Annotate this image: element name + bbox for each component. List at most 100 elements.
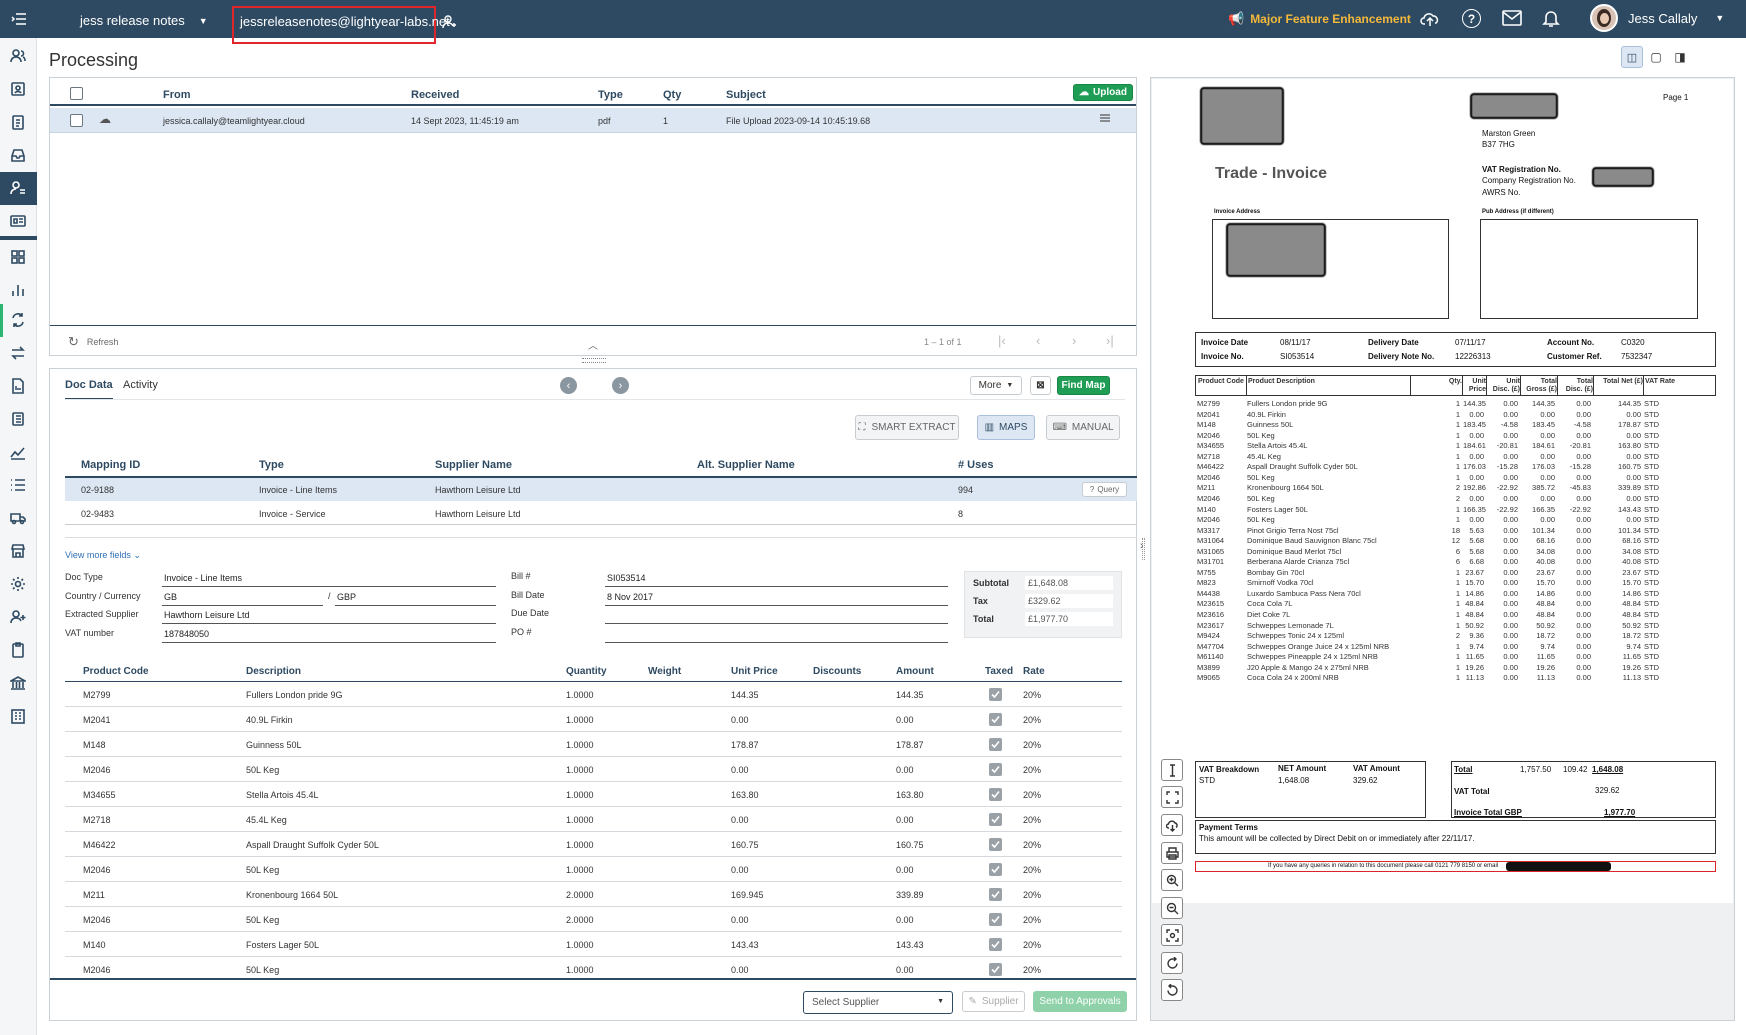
col-weight[interactable]: Weight (648, 666, 681, 677)
mail-icon[interactable] (1502, 10, 1522, 26)
inbox-icon[interactable] (8, 145, 28, 165)
taxed-checkbox[interactable] (989, 763, 1002, 776)
bank-icon[interactable] (8, 673, 28, 693)
line-amount[interactable]: 0.00 (896, 815, 914, 825)
line-description[interactable]: 50L Keg (246, 965, 279, 975)
line-quantity[interactable]: 2.0000 (566, 915, 594, 925)
taxed-checkbox[interactable] (989, 938, 1002, 951)
row-checkbox[interactable] (70, 114, 83, 127)
bill-number-field[interactable]: SI053514 (605, 573, 948, 587)
line-amount[interactable]: 143.43 (896, 940, 924, 950)
line-product-code[interactable]: M34655 (83, 790, 116, 800)
line-unit-price[interactable]: 0.00 (731, 965, 749, 975)
line-item-row[interactable]: M34655 Stella Artois 45.4L 1.0000 163.80 163… (65, 782, 1122, 807)
print-icon[interactable] (1161, 842, 1183, 864)
line-rate[interactable]: 20% (1023, 790, 1041, 800)
line-unit-price[interactable]: 169.945 (731, 890, 764, 900)
line-unit-price[interactable]: 0.00 (731, 765, 749, 775)
col-uses[interactable]: # Uses (958, 459, 993, 471)
line-description[interactable]: Aspall Draught Suffolk Cyder 50L (246, 840, 379, 850)
taxed-checkbox[interactable] (989, 688, 1002, 701)
supplier-button[interactable]: ✎ Supplier (962, 991, 1025, 1012)
line-unit-price[interactable]: 163.80 (731, 790, 759, 800)
line-rate[interactable]: 20% (1023, 890, 1041, 900)
manual-button[interactable]: ⌨ MANUAL (1046, 415, 1120, 440)
line-unit-price[interactable]: 143.43 (731, 940, 759, 950)
maps-button[interactable]: ▥ MAPS (977, 415, 1035, 440)
line-amount[interactable]: 0.00 (896, 965, 914, 975)
line-product-code[interactable]: M2046 (83, 915, 111, 925)
zoom-in-icon[interactable] (1161, 869, 1183, 891)
zoom-fit-icon[interactable] (1161, 924, 1183, 946)
col-qty[interactable]: Qty (663, 89, 681, 101)
details-lines-icon[interactable] (1099, 114, 1111, 124)
line-rate[interactable]: 20% (1023, 690, 1041, 700)
rotate-counterclockwise-icon[interactable] (1161, 979, 1183, 1001)
clipboard-icon[interactable] (8, 112, 28, 132)
line-rate[interactable]: 20% (1023, 865, 1041, 875)
trend-chart-icon[interactable] (8, 442, 28, 462)
inbox-row[interactable]: ☁ jessica.callaly@teamlightyear.cloud 14… (50, 108, 1136, 133)
feature-announcement[interactable]: 📢 Major Feature Enhancement (1228, 11, 1411, 27)
column-view-icon[interactable]: ◨ (1669, 46, 1691, 68)
find-map-button[interactable]: Find Map (1057, 376, 1110, 395)
taxed-checkbox[interactable] (989, 713, 1002, 726)
select-all-checkbox[interactable] (70, 87, 83, 100)
col-received[interactable]: Received (411, 89, 459, 101)
cloud-upload-icon[interactable] (1420, 10, 1440, 28)
line-item-row[interactable]: M2046 50L Keg 1.0000 0.00 0.00 20% (65, 957, 1122, 977)
line-rate[interactable]: 20% (1023, 715, 1041, 725)
col-mapping-type[interactable]: Type (259, 459, 284, 471)
country-field[interactable]: GB (162, 592, 323, 606)
col-subject[interactable]: Subject (726, 89, 766, 101)
col-type[interactable]: Type (598, 89, 623, 101)
col-mapping-id[interactable]: Mapping ID (81, 459, 140, 471)
line-rate[interactable]: 20% (1023, 940, 1041, 950)
line-amount[interactable]: 178.87 (896, 740, 924, 750)
line-item-row[interactable]: M2799 Fullers London pride 9G 1.0000 144.35… (65, 682, 1122, 707)
col-alt-supplier[interactable]: Alt. Supplier Name (697, 459, 795, 471)
line-product-code[interactable]: M211 (83, 890, 105, 900)
line-product-code[interactable]: M148 (83, 740, 106, 750)
line-quantity[interactable]: 1.0000 (566, 965, 594, 975)
line-description[interactable]: Stella Artois 45.4L (246, 790, 319, 800)
col-amount[interactable]: Amount (896, 666, 934, 677)
line-quantity[interactable]: 1.0000 (566, 690, 594, 700)
line-description[interactable]: Kronenbourg 1664 50L (246, 890, 338, 900)
line-quantity[interactable]: 1.0000 (566, 765, 594, 775)
taxed-checkbox[interactable] (989, 963, 1002, 976)
tax-field[interactable]: £329.62 (1025, 594, 1113, 608)
line-description[interactable]: 40.9L Firkin (246, 715, 293, 725)
tab-activity[interactable]: Activity (123, 379, 158, 391)
line-item-row[interactable]: M2046 50L Keg 1.0000 0.00 0.00 20% (65, 757, 1122, 782)
line-quantity[interactable]: 1.0000 (566, 940, 594, 950)
splitter-handle[interactable] (582, 358, 606, 363)
single-view-icon[interactable]: ▢ (1645, 46, 1667, 68)
line-unit-price[interactable]: 0.00 (731, 815, 749, 825)
rotate-clockwise-icon[interactable] (1161, 952, 1183, 974)
line-quantity[interactable]: 1.0000 (566, 815, 594, 825)
prev-page-icon[interactable]: ‹ (1036, 333, 1040, 348)
line-item-row[interactable]: M2718 45.4L Keg 1.0000 0.00 0.00 20% (65, 807, 1122, 832)
collapse-up-icon[interactable]: ︿ (588, 337, 598, 352)
line-product-code[interactable]: M2041 (83, 715, 111, 725)
line-quantity[interactable]: 1.0000 (566, 715, 594, 725)
share-user-icon[interactable] (442, 14, 458, 30)
col-rate[interactable]: Rate (1023, 666, 1045, 677)
line-amount[interactable]: 144.35 (896, 690, 924, 700)
doc-type-field[interactable]: Invoice - Line Items (162, 573, 496, 587)
mapping-row[interactable]: 02-9188 Invoice - Line Items Hawthorn Le… (65, 478, 1137, 501)
id-card-icon[interactable] (8, 211, 28, 231)
line-product-code[interactable]: M2718 (83, 815, 111, 825)
next-doc-button[interactable]: › (612, 377, 629, 394)
truck-icon[interactable] (8, 508, 28, 528)
prev-doc-button[interactable]: ‹ (560, 377, 577, 394)
taxed-checkbox[interactable] (989, 813, 1002, 826)
last-page-icon[interactable]: ›| (1106, 333, 1114, 348)
line-item-row[interactable]: M2041 40.9L Firkin 1.0000 0.00 0.00 20% (65, 707, 1122, 732)
ledger-icon[interactable] (8, 409, 28, 429)
line-quantity[interactable]: 1.0000 (566, 865, 594, 875)
line-item-row[interactable]: M2046 50L Keg 2.0000 0.00 0.00 20% (65, 907, 1122, 932)
line-quantity[interactable]: 1.0000 (566, 790, 594, 800)
next-page-icon[interactable]: › (1072, 333, 1076, 348)
